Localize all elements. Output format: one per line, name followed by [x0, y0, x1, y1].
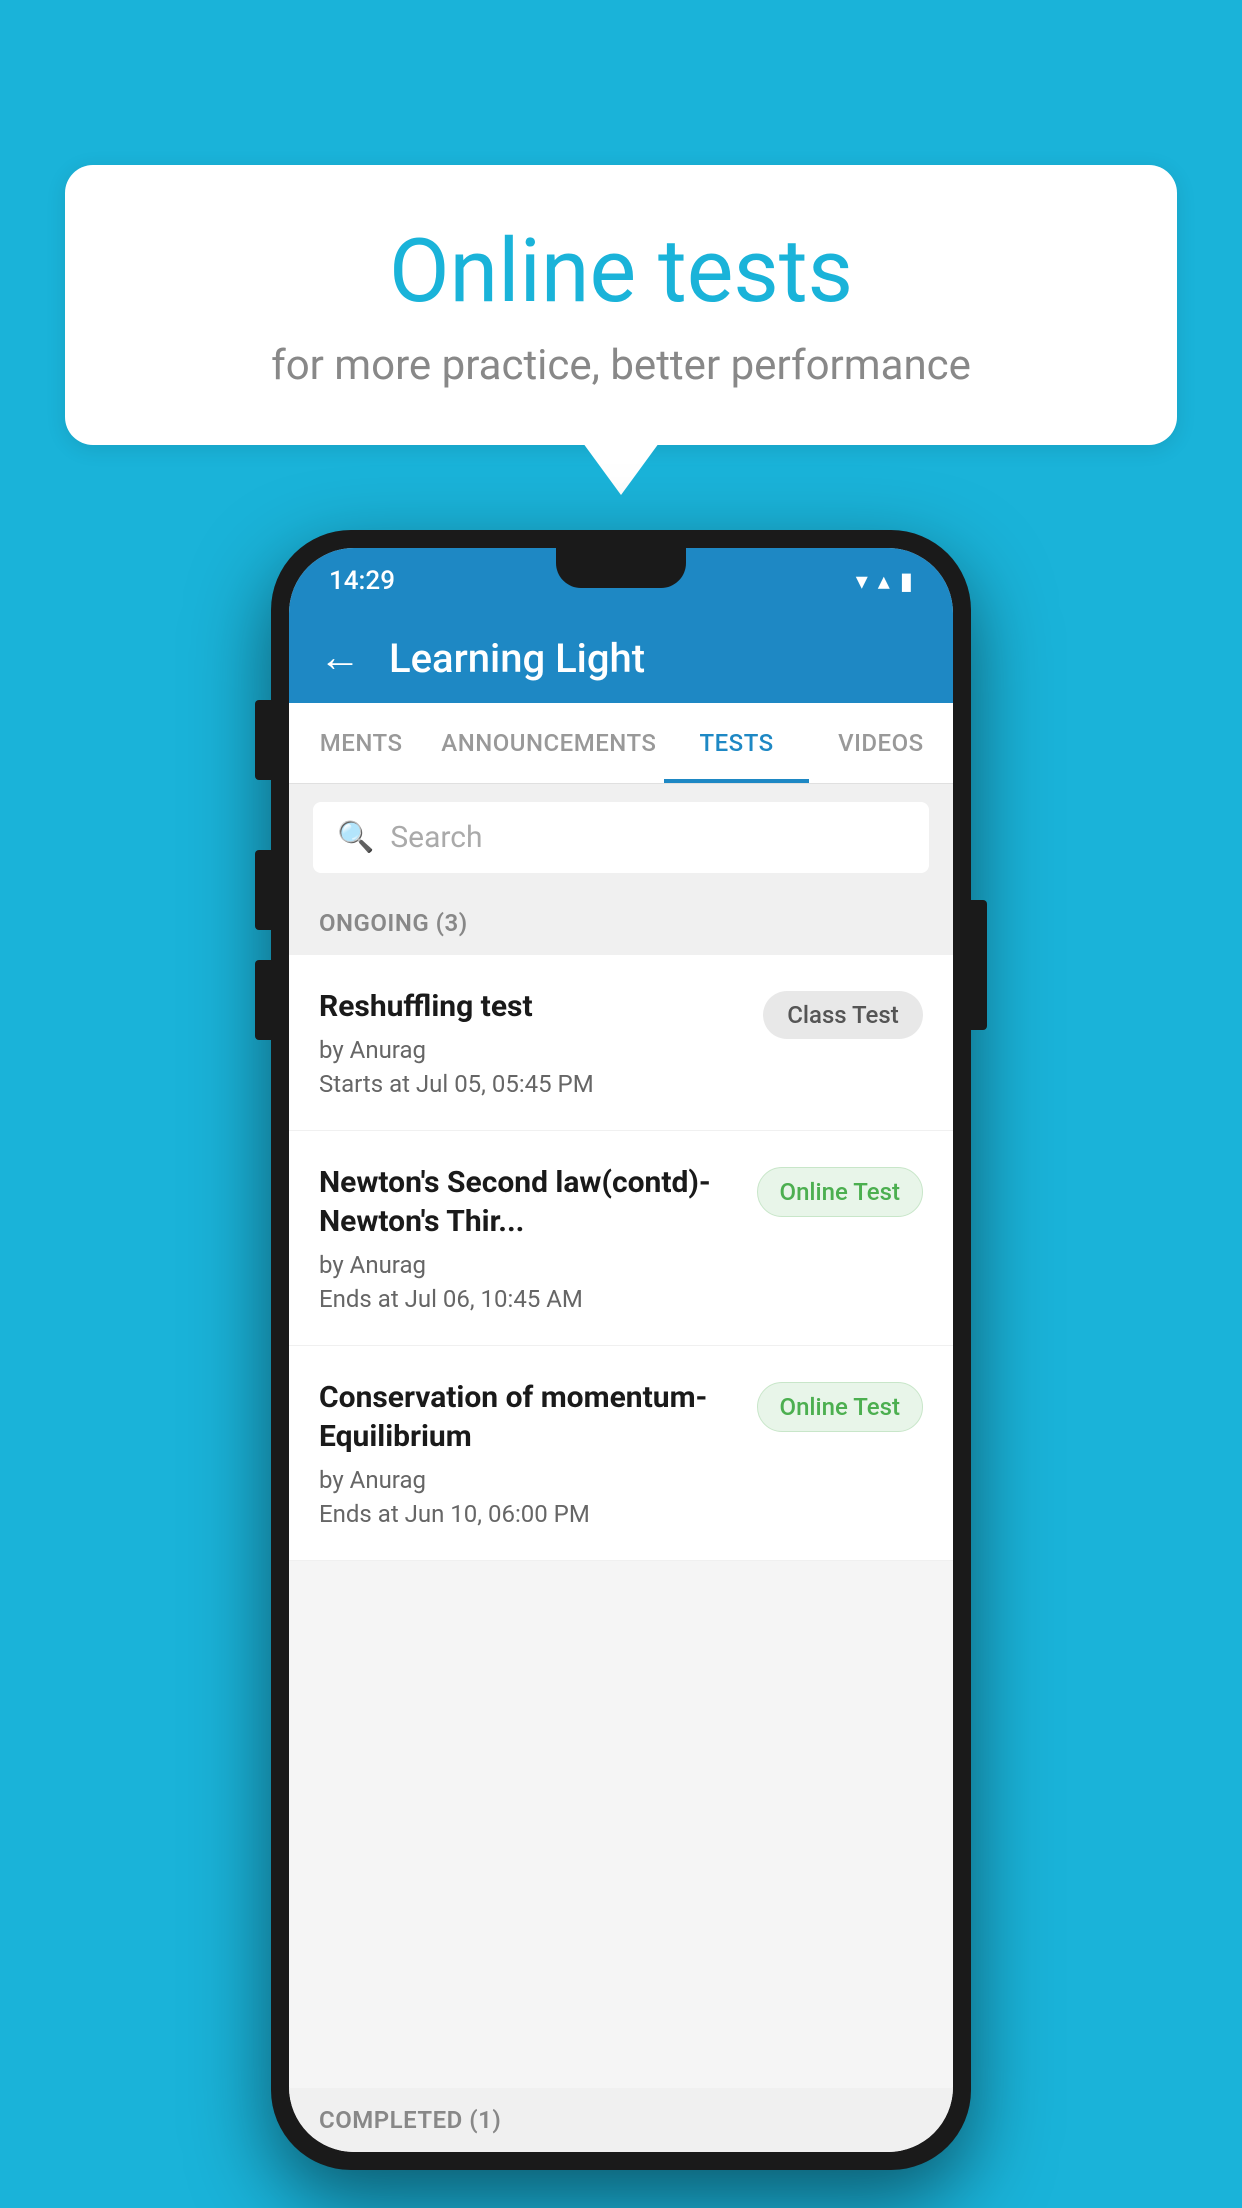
test-name-2: Newton's Second law(contd)-Newton's Thir… — [319, 1163, 737, 1241]
signal-icon: ▴ — [878, 567, 890, 595]
tabs-container: MENTS ANNOUNCEMENTS TESTS VIDEOS — [289, 703, 953, 784]
search-placeholder: Search — [390, 820, 482, 855]
test-list: Reshuffling test by Anurag Starts at Jul… — [289, 955, 953, 1561]
test-item-3[interactable]: Conservation of momentum-Equilibrium by … — [289, 1346, 953, 1561]
tab-videos[interactable]: VIDEOS — [809, 703, 953, 783]
test-name-1: Reshuffling test — [319, 987, 743, 1026]
tab-tests[interactable]: TESTS — [664, 703, 808, 783]
test-date-3: Ends at Jun 10, 06:00 PM — [319, 1500, 737, 1528]
test-date-1: Starts at Jul 05, 05:45 PM — [319, 1070, 743, 1098]
status-icons: ▾ ▴ ▮ — [856, 567, 913, 595]
test-item-2[interactable]: Newton's Second law(contd)-Newton's Thir… — [289, 1131, 953, 1346]
back-button[interactable]: ← — [319, 637, 361, 679]
test-info-1: Reshuffling test by Anurag Starts at Jul… — [319, 987, 763, 1098]
tab-ments[interactable]: MENTS — [289, 703, 433, 783]
status-time: 14:29 — [329, 566, 395, 596]
search-bar[interactable]: 🔍 Search — [313, 802, 929, 873]
test-name-3: Conservation of momentum-Equilibrium — [319, 1378, 737, 1456]
speech-bubble-title: Online tests — [125, 220, 1117, 323]
test-author-3: by Anurag — [319, 1466, 737, 1494]
test-author-2: by Anurag — [319, 1251, 737, 1279]
speech-bubble: Online tests for more practice, better p… — [65, 165, 1177, 445]
phone-notch — [556, 548, 686, 588]
test-item-1[interactable]: Reshuffling test by Anurag Starts at Jul… — [289, 955, 953, 1131]
search-icon: 🔍 — [337, 820, 374, 855]
speech-bubble-subtitle: for more practice, better performance — [125, 341, 1117, 390]
phone-screen: 14:29 ▾ ▴ ▮ ← Learning Light MENTS ANNOU… — [289, 548, 953, 2152]
completed-section-header: COMPLETED (1) — [289, 2088, 953, 2152]
search-container: 🔍 Search — [289, 784, 953, 891]
test-date-2: Ends at Jul 06, 10:45 AM — [319, 1285, 737, 1313]
tab-announcements[interactable]: ANNOUNCEMENTS — [433, 703, 664, 783]
ongoing-section-header: ONGOING (3) — [289, 891, 953, 955]
phone-mockup: 14:29 ▾ ▴ ▮ ← Learning Light MENTS ANNOU… — [271, 530, 971, 2170]
battery-icon: ▮ — [900, 567, 913, 595]
app-title: Learning Light — [389, 635, 645, 682]
phone-outer: 14:29 ▾ ▴ ▮ ← Learning Light MENTS ANNOU… — [271, 530, 971, 2170]
test-badge-1: Class Test — [763, 991, 923, 1039]
status-bar: 14:29 ▾ ▴ ▮ — [289, 548, 953, 613]
test-author-1: by Anurag — [319, 1036, 743, 1064]
test-badge-2: Online Test — [757, 1167, 923, 1217]
speech-bubble-container: Online tests for more practice, better p… — [65, 165, 1177, 495]
speech-bubble-arrow — [583, 443, 659, 495]
wifi-icon: ▾ — [856, 567, 868, 595]
test-badge-3: Online Test — [757, 1382, 923, 1432]
test-info-2: Newton's Second law(contd)-Newton's Thir… — [319, 1163, 757, 1313]
app-header: ← Learning Light — [289, 613, 953, 703]
test-info-3: Conservation of momentum-Equilibrium by … — [319, 1378, 757, 1528]
